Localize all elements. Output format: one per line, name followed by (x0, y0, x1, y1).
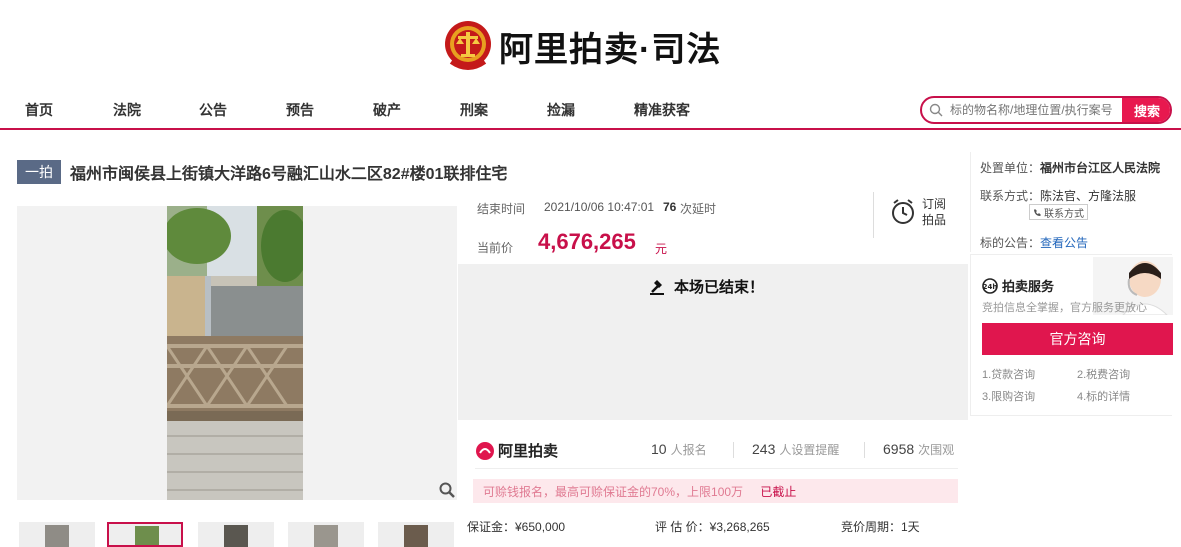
contact-label: 联系方式： (980, 189, 1041, 203)
sidebar-info: 处置单位：福州市台江区人民法院 联系方式：陈法官、方隆法服 标的公告：查看公告 (970, 152, 1172, 252)
page: 阿里拍卖·司法 首页 法院 公告 预告 破产 刑案 捡漏 精准获客 搜索 一拍 … (0, 0, 1181, 547)
thumbnail-active[interactable] (107, 522, 183, 547)
search-button[interactable]: 搜索 (1122, 98, 1170, 122)
ended-text: 本场已结束！ (674, 279, 765, 296)
divider (733, 442, 734, 458)
zoom-icon[interactable] (439, 482, 455, 498)
contact-tag-label: 联系方式 (1044, 208, 1084, 220)
item-title-row: 一拍 福州市闽侯县上街镇大洋路6号融汇山水二区82#楼01联排住宅 (17, 160, 507, 184)
thumbnail-strip (17, 522, 457, 547)
brand-name: 阿里拍卖·司法 (499, 30, 722, 69)
thumbnail[interactable] (378, 522, 454, 547)
svg-text:24h: 24h (983, 283, 998, 291)
main-nav: 首页 法院 公告 预告 破产 刑案 捡漏 精准获客 搜索 (0, 92, 1181, 130)
current-price-label: 当前价 (477, 241, 514, 255)
auction-service-panel: 24h 拍卖服务 竞拍信息全掌握，官方服务更放心 官方咨询 1.贷款咨询 2.税… (970, 254, 1173, 416)
assessment-price: 评 估 价：¥3,268,265 (655, 520, 770, 534)
phone-icon (1034, 208, 1041, 216)
reminder-stat: 243 人设置提醒 (752, 441, 839, 458)
end-time-label: 结束时间 (477, 202, 526, 216)
court-row: 处置单位：福州市台江区人民法院 (980, 159, 1160, 176)
credit-notice-text: 可赊钱报名，最高可赊保证金的70%，上限100万 (483, 485, 744, 499)
contact-tag[interactable]: 联系方式 (1029, 204, 1088, 220)
bidding-period: 竞价周期：1天 (841, 520, 920, 534)
court-name[interactable]: 福州市台江区人民法院 (1040, 161, 1160, 175)
thumbnail[interactable] (288, 522, 364, 547)
service-item-purchase-limit[interactable]: 3.限购咨询 (982, 388, 1035, 404)
subscribe-label: 订阅拍品 (922, 197, 947, 227)
property-photo (167, 206, 303, 500)
main-image-area[interactable] (17, 206, 457, 500)
item-title: 福州市闽侯县上街镇大洋路6号融汇山水二区82#楼01联排住宅 (70, 166, 508, 183)
service-item-tax[interactable]: 2.税费咨询 (1077, 366, 1130, 382)
credit-notice-link[interactable]: 已截止 (760, 485, 796, 499)
site-logo[interactable]: 阿里拍卖·司法 (443, 18, 721, 74)
signup-count: 10 (651, 441, 667, 457)
price-unit: 元 (655, 242, 668, 256)
search-input[interactable] (950, 103, 1126, 117)
divider (873, 192, 874, 238)
nav-court[interactable]: 法院 (113, 100, 141, 120)
delay-label: 次延时 (680, 202, 717, 216)
auction-round-badge: 一拍 (17, 160, 61, 184)
ali-auction-logo-icon (476, 441, 494, 460)
signup-label: 人报名 (670, 443, 707, 457)
court-label: 处置单位： (980, 161, 1041, 175)
nav-announcement[interactable]: 公告 (199, 100, 227, 120)
current-price: 4,676,265 (538, 229, 636, 254)
auction-ended-panel: 本场已结束！ (458, 264, 968, 420)
nav-bargain[interactable]: 捡漏 (547, 100, 575, 120)
search-box: 搜索 (920, 96, 1172, 124)
announcement-row: 标的公告：查看公告 (980, 234, 1088, 251)
credit-notice: 可赊钱报名，最高可赊保证金的70%，上限100万 已截止 (473, 479, 958, 503)
divider (864, 442, 865, 458)
stats-panel: 阿里拍卖 10 人报名 243 人设置提醒 6958 次围观 可赊钱报名，最高可赊保证… (458, 420, 968, 547)
court-emblem-icon (445, 21, 491, 70)
service-subtitle: 竞拍信息全掌握，官方服务更放心 (982, 302, 1147, 314)
ali-auction-text: 阿里拍卖 (498, 443, 559, 460)
header: 阿里拍卖·司法 (0, 0, 1181, 92)
view-label: 次围观 (918, 443, 955, 457)
alarm-clock-icon (892, 199, 914, 224)
reminder-count: 243 (752, 441, 776, 457)
subscribe-button[interactable]: 订阅拍品 (890, 196, 950, 228)
ali-auction-logo: 阿里拍卖 (475, 440, 558, 461)
nav-precise-customer[interactable]: 精准获客 (634, 100, 690, 120)
signup-stat: 10 人报名 (651, 441, 707, 458)
divider (475, 468, 958, 469)
contact-row: 联系方式：陈法官、方隆法服 (980, 187, 1136, 204)
nav-criminal[interactable]: 刑案 (460, 100, 488, 120)
thumbnail[interactable] (19, 522, 95, 547)
search-icon (922, 103, 950, 117)
auction-ended-message: 本场已结束！ (650, 276, 764, 297)
view-stat: 6958 次围观 (883, 441, 954, 458)
view-announcement-link[interactable]: 查看公告 (1040, 236, 1088, 250)
service-icon: 24h (982, 277, 998, 294)
deposit: 保证金：¥650,000 (467, 520, 566, 534)
end-time-value: 2021/10/06 10:47:01 (544, 200, 655, 214)
official-consult-button[interactable]: 官方咨询 (982, 323, 1173, 355)
delay-count: 76 (663, 200, 677, 214)
reminder-label: 人设置提醒 (779, 443, 840, 457)
nav-preview[interactable]: 预告 (286, 100, 314, 120)
nav-bankruptcy[interactable]: 破产 (373, 100, 401, 120)
nav-home[interactable]: 首页 (25, 100, 53, 120)
contact-names: 陈法官、方隆法服 (1040, 189, 1137, 203)
service-title: 24h 拍卖服务 (982, 276, 1054, 295)
service-title-text: 拍卖服务 (1002, 279, 1055, 294)
service-item-details[interactable]: 4.标的详情 (1077, 388, 1130, 404)
service-item-loan[interactable]: 1.贷款咨询 (982, 366, 1035, 382)
thumbnail[interactable] (198, 522, 274, 547)
view-count: 6958 (883, 441, 915, 457)
gavel-icon (650, 279, 664, 295)
announcement-label: 标的公告： (980, 236, 1041, 250)
